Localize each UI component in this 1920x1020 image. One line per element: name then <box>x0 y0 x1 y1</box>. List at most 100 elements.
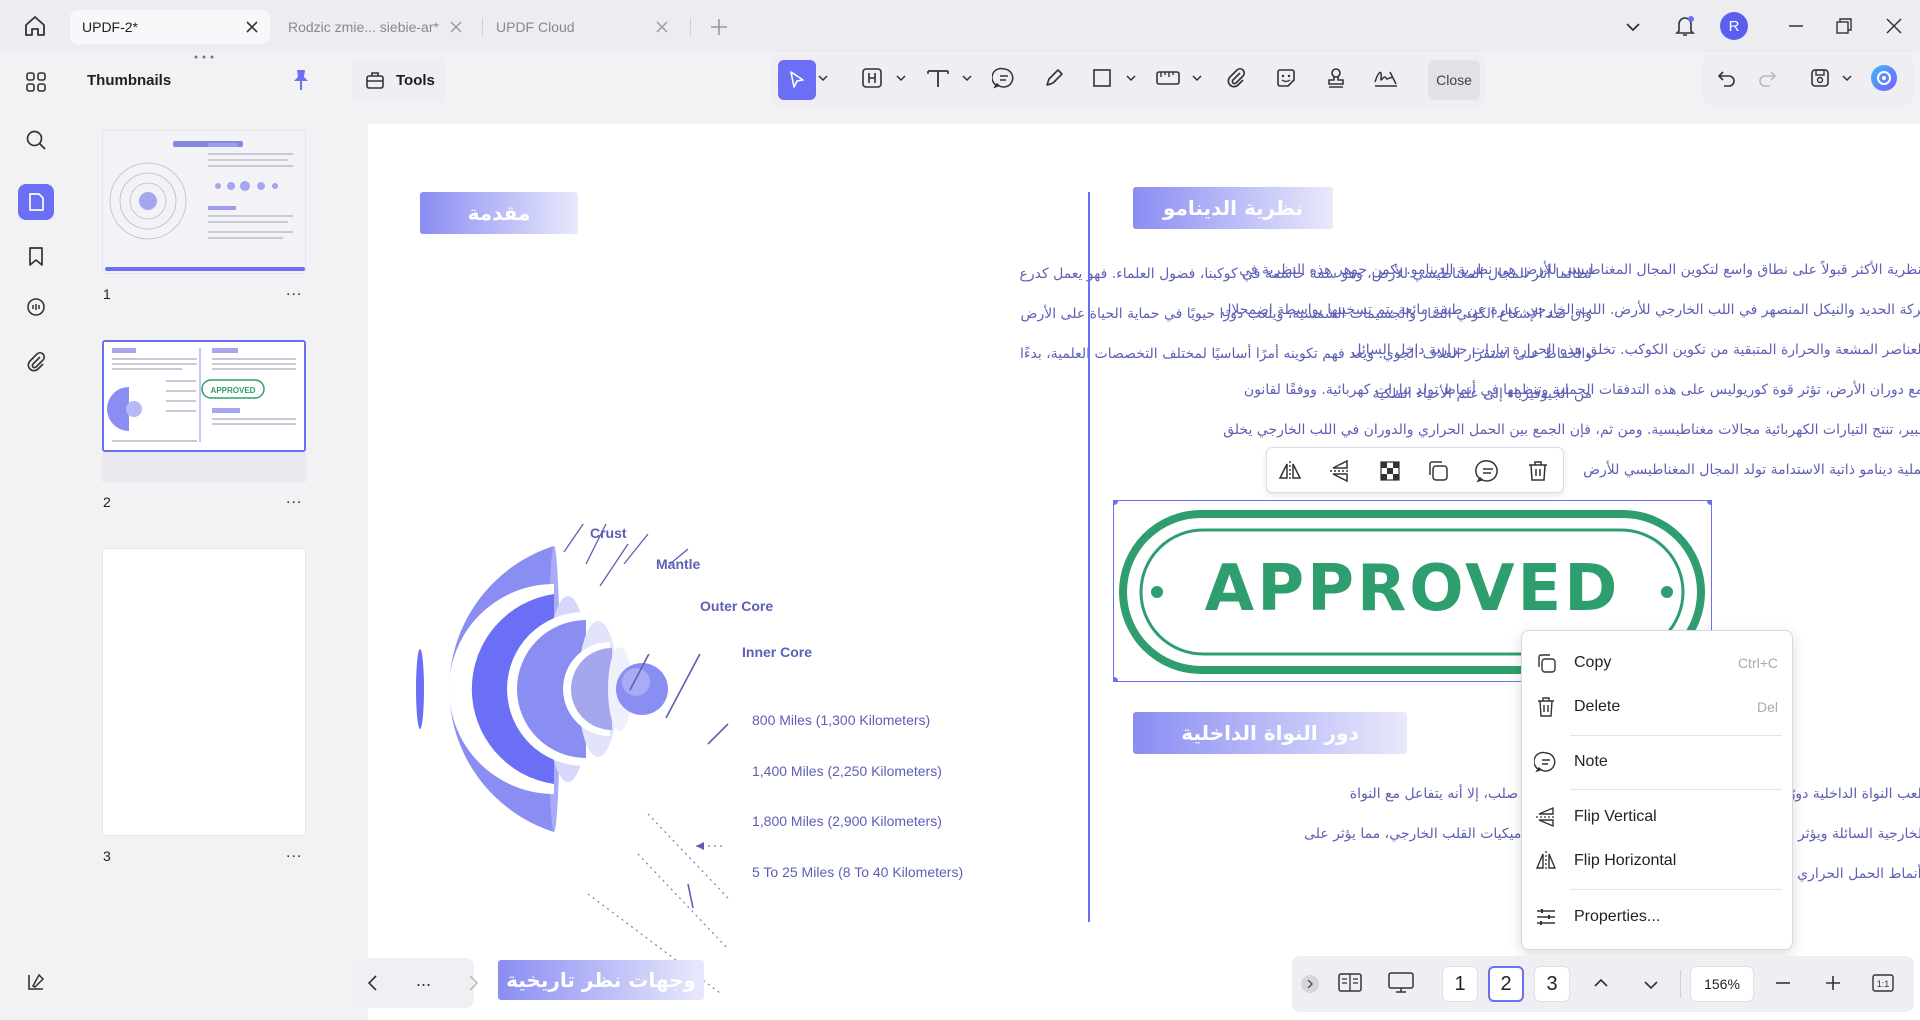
more-button[interactable]: ... <box>416 970 431 991</box>
collapse-panel-icon[interactable] <box>1300 974 1320 994</box>
trash-icon <box>1532 693 1560 721</box>
menu-item-note[interactable]: Note <box>1532 744 1782 780</box>
panel-resize-handle[interactable] <box>192 54 216 60</box>
minimize-icon[interactable] <box>1784 14 1808 38</box>
trash-icon[interactable] <box>1525 458 1551 484</box>
comment-tool-icon[interactable] <box>988 62 1020 94</box>
tab-rodzic[interactable]: Rodzic zmie... siebie-ar* <box>276 10 474 44</box>
close-window-icon[interactable] <box>1882 14 1906 38</box>
tab-updf-2[interactable]: UPDF-2* <box>70 10 270 44</box>
apps-grid-icon[interactable] <box>18 64 54 100</box>
layers-settings-icon[interactable] <box>18 964 54 1000</box>
zoom-in-icon[interactable] <box>1822 972 1844 994</box>
stamp-tool-icon[interactable] <box>1320 62 1352 94</box>
section-heading: مقدمة <box>420 192 578 234</box>
chevron-down-icon[interactable] <box>956 62 978 94</box>
menu-item-delete[interactable]: Delete Del <box>1532 689 1782 725</box>
page-button-3[interactable]: 3 <box>1534 966 1570 1002</box>
restore-icon[interactable] <box>1832 14 1856 38</box>
flip-vertical-icon <box>1532 803 1560 831</box>
chevron-down-icon[interactable] <box>1640 974 1662 996</box>
page-layout-icon[interactable] <box>1336 970 1364 996</box>
thumbnail-page-3[interactable] <box>102 548 306 836</box>
menu-label: Properties... <box>1574 908 1661 925</box>
bookmark-icon[interactable] <box>18 238 54 274</box>
toolbox-icon <box>364 69 386 91</box>
chevron-down-icon[interactable] <box>1120 62 1142 94</box>
stamp-floating-toolbar <box>1266 447 1564 493</box>
text-tool-icon[interactable] <box>922 62 954 94</box>
save-icon[interactable] <box>1804 62 1836 94</box>
note-icon[interactable] <box>1475 458 1501 484</box>
distance-label: 5 To 25 Miles (8 To 40 Kilometers) <box>752 864 964 880</box>
flip-horizontal-icon <box>1532 847 1560 875</box>
menu-shortcut: Del <box>1756 699 1778 715</box>
menu-item-properties[interactable]: Properties... <box>1532 899 1782 935</box>
tab-updf-cloud[interactable]: UPDF Cloud <box>484 10 680 44</box>
ai-assistant-icon[interactable] <box>1868 62 1900 94</box>
sticker-tool-icon[interactable] <box>1270 62 1302 94</box>
measure-tool-icon[interactable] <box>1152 62 1184 94</box>
page-button-1[interactable]: 1 <box>1442 966 1478 1002</box>
page-button-2[interactable]: 2 <box>1488 966 1524 1002</box>
menu-label: Copy <box>1574 654 1612 671</box>
close-tab-icon[interactable] <box>244 19 260 35</box>
pages-icon[interactable] <box>18 184 54 220</box>
opacity-icon[interactable] <box>1377 458 1403 484</box>
distance-label: 800 Miles (1,300 Kilometers) <box>752 712 931 728</box>
outer-core-label: Outer Core <box>700 598 774 614</box>
thumbnail-page-2[interactable]: APPROVED <box>102 340 306 452</box>
close-toolbar-button[interactable]: Close <box>1428 60 1480 100</box>
menu-item-flip-vertical[interactable]: Flip Vertical <box>1532 799 1782 835</box>
thumbnail-page-1[interactable] <box>102 130 306 274</box>
tools-toggle[interactable]: Tools <box>352 58 446 102</box>
undo-icon[interactable] <box>1710 62 1742 94</box>
rectangle-tool-icon[interactable] <box>1086 62 1118 94</box>
chevron-up-icon[interactable] <box>1590 972 1612 994</box>
chevron-right-icon[interactable] <box>462 972 484 994</box>
pen-tool-icon[interactable] <box>1038 62 1070 94</box>
left-rail <box>6 52 66 1012</box>
copy-icon <box>1532 649 1560 677</box>
chevron-left-icon[interactable] <box>362 972 384 994</box>
chevron-down-icon[interactable] <box>1836 62 1858 94</box>
thumbnail-more-button[interactable]: ... <box>286 490 302 508</box>
avatar[interactable]: R <box>1720 12 1748 40</box>
svg-text:APPROVED: APPROVED <box>211 386 256 395</box>
menu-item-copy[interactable]: Copy Ctrl+C <box>1532 645 1782 681</box>
dynamo-line: .العناصر المشعة والحرارة المتبقية من تكو… <box>1351 342 1920 358</box>
context-menu: Copy Ctrl+C Delete Del Note Flip Vertica… <box>1521 630 1793 950</box>
sliders-icon <box>1532 903 1560 931</box>
close-tab-icon[interactable] <box>654 19 670 35</box>
actual-size-icon[interactable]: 1:1 <box>1870 970 1896 996</box>
new-tab-plus-icon[interactable] <box>708 16 730 38</box>
chevron-down-icon[interactable] <box>1186 62 1208 94</box>
attach-tool-icon[interactable] <box>1220 62 1252 94</box>
redo-icon[interactable] <box>1752 62 1784 94</box>
home-icon[interactable] <box>22 13 48 39</box>
thumbnail-more-button[interactable]: ... <box>286 282 302 300</box>
tools-label: Tools <box>396 71 435 89</box>
thumbnail-number: 2 <box>103 494 111 510</box>
chevron-down-icon[interactable] <box>812 62 834 94</box>
chevron-down-icon[interactable] <box>890 62 912 94</box>
attachment-icon[interactable] <box>18 344 54 380</box>
zoom-level[interactable]: 156% <box>1690 966 1754 1002</box>
flip-horizontal-icon[interactable] <box>1277 458 1303 484</box>
zoom-out-icon[interactable] <box>1772 972 1794 994</box>
copy-icon[interactable] <box>1425 458 1451 484</box>
signature-tool-icon[interactable] <box>1370 62 1402 94</box>
chevron-down-icon[interactable] <box>1622 16 1644 38</box>
pin-icon[interactable] <box>290 68 312 92</box>
menu-shortcut: Ctrl+C <box>1737 655 1778 671</box>
select-tool-button[interactable] <box>778 60 816 100</box>
search-icon[interactable] <box>18 122 54 158</box>
thumbnail-more-button[interactable]: ... <box>286 844 302 862</box>
bell-icon[interactable] <box>1672 13 1698 39</box>
comments-icon[interactable] <box>18 290 54 326</box>
highlight-tool-icon[interactable] <box>856 62 888 94</box>
presentation-icon[interactable] <box>1386 970 1416 996</box>
flip-vertical-icon[interactable] <box>1327 458 1353 484</box>
menu-item-flip-horizontal[interactable]: Flip Horizontal <box>1532 843 1782 879</box>
close-tab-icon[interactable] <box>448 19 464 35</box>
